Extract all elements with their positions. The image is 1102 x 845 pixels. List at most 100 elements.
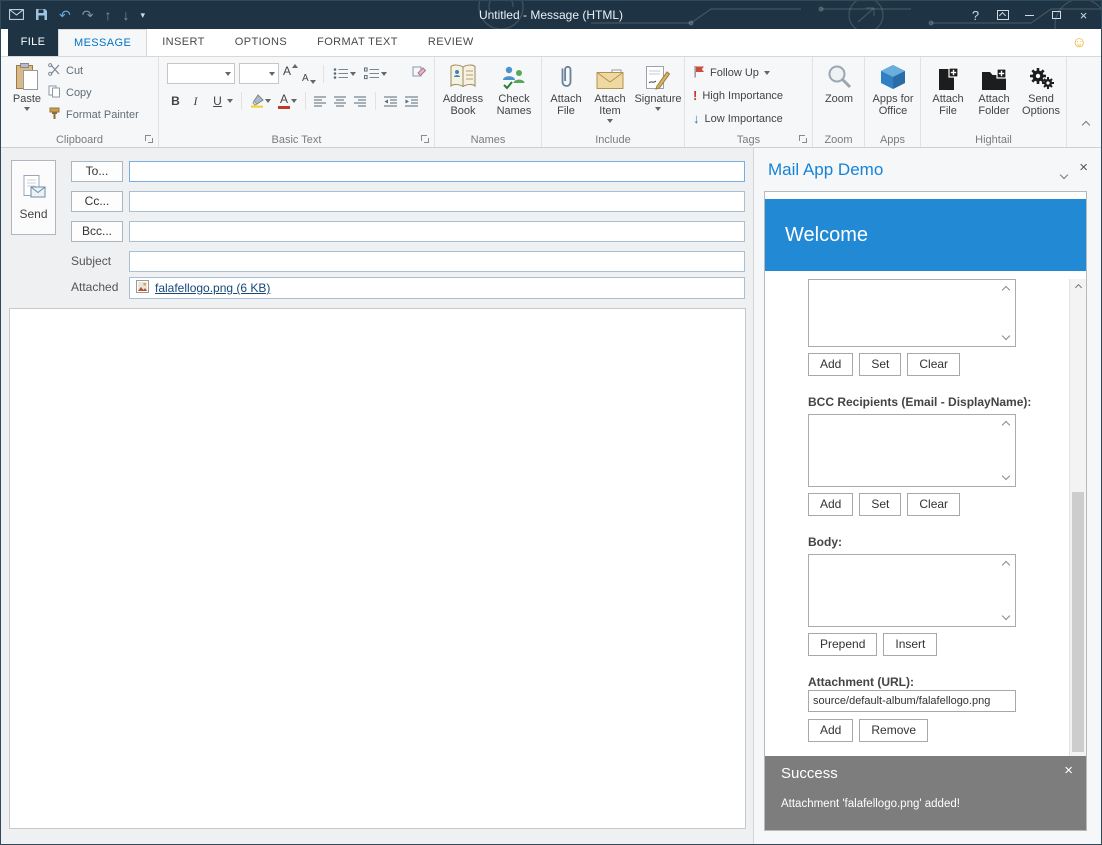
tab-options[interactable]: OPTIONS [220, 29, 302, 56]
message-body-editor[interactable] [9, 308, 746, 829]
attach-item-button[interactable]: Attach Item [588, 61, 632, 123]
listbox-scroll-down-icon[interactable] [1002, 332, 1010, 340]
redo-icon[interactable]: ↷ [82, 8, 94, 22]
undo-icon[interactable]: ↶ [59, 8, 71, 22]
message-window-icon[interactable] [9, 9, 24, 22]
increase-indent-button[interactable] [403, 91, 421, 111]
close-icon[interactable]: × [1070, 1, 1097, 29]
align-right-button[interactable] [352, 91, 369, 111]
paste-label: Paste [13, 93, 41, 105]
italic-button[interactable]: I [187, 91, 204, 111]
tags-dialog-launcher-icon[interactable] [799, 135, 808, 144]
check-names-button[interactable]: Check Names [490, 61, 538, 117]
attachment-remove-button[interactable]: Remove [859, 719, 928, 742]
attached-field[interactable]: falafellogo.png (6 KB) [129, 277, 745, 299]
scrollbar-up-icon[interactable] [1070, 279, 1086, 295]
tab-review[interactable]: REVIEW [413, 29, 489, 56]
body-listbox[interactable] [808, 554, 1016, 627]
bold-button[interactable]: B [167, 91, 184, 111]
bcc-input[interactable] [129, 221, 745, 242]
ribbon-display-options-icon[interactable] [989, 1, 1016, 29]
listbox-scroll-up-icon[interactable] [1002, 286, 1010, 294]
font-color-button[interactable]: A [276, 91, 299, 111]
attachment-url-input[interactable] [808, 690, 1016, 712]
bcc-button[interactable]: Bcc... [71, 221, 123, 242]
bcc-add-button[interactable]: Add [808, 493, 853, 516]
align-center-icon [334, 96, 347, 107]
bcc-set-button[interactable]: Set [859, 493, 901, 516]
shrink-font-button[interactable]: A [302, 64, 316, 84]
align-center-button[interactable] [332, 91, 349, 111]
recipients-add-button[interactable]: Add [808, 353, 853, 376]
clipboard-dialog-launcher-icon[interactable] [145, 135, 154, 144]
decrease-indent-button[interactable] [382, 91, 400, 111]
bullets-button[interactable] [331, 64, 358, 84]
font-size-combo[interactable] [239, 63, 279, 84]
highlight-button[interactable] [248, 91, 273, 111]
scrollbar-thumb[interactable] [1072, 492, 1084, 752]
send-button[interactable]: Send [11, 160, 56, 235]
welcome-heading: Welcome [785, 224, 868, 247]
minimize-icon[interactable] [1016, 1, 1043, 29]
underline-button[interactable]: U [207, 91, 235, 111]
address-book-button[interactable]: Address Book [439, 61, 487, 117]
hightail-attach-file-button[interactable]: Attach File [927, 61, 969, 117]
basic-text-group-label: Basic Text [272, 134, 322, 146]
hightail-attach-file-label: Attach File [927, 93, 969, 117]
listbox-scroll-up-icon[interactable] [1002, 561, 1010, 569]
apps-for-office-button[interactable]: Apps for Office [869, 61, 917, 117]
low-importance-button[interactable]: ↓ Low Importance [693, 108, 783, 129]
listbox-scroll-up-icon[interactable] [1002, 421, 1010, 429]
maximize-icon[interactable] [1043, 1, 1070, 29]
save-icon[interactable] [35, 8, 48, 23]
body-insert-button[interactable]: Insert [883, 633, 937, 656]
collapse-ribbon-icon[interactable] [1083, 115, 1089, 133]
cc-input[interactable] [129, 191, 745, 212]
bcc-recipients-listbox[interactable] [808, 414, 1016, 487]
numbering-icon [364, 67, 380, 80]
to-button[interactable]: To... [71, 161, 123, 182]
paste-button[interactable]: Paste [6, 61, 48, 111]
previous-item-icon[interactable]: ↑ [104, 8, 111, 22]
subject-input[interactable] [129, 251, 745, 272]
high-importance-button[interactable]: ! High Importance [693, 85, 783, 106]
listbox-scroll-down-icon[interactable] [1002, 472, 1010, 480]
body-prepend-button[interactable]: Prepend [808, 633, 877, 656]
tab-insert[interactable]: INSERT [147, 29, 220, 56]
task-pane-scrollbar[interactable] [1069, 279, 1086, 757]
font-family-combo[interactable] [167, 63, 235, 84]
numbering-button[interactable] [362, 64, 389, 84]
signature-button[interactable]: Signature [634, 61, 682, 111]
hightail-attach-folder-button[interactable]: Attach Folder [971, 61, 1017, 117]
help-icon[interactable]: ? [962, 1, 989, 29]
recipients-clear-button[interactable]: Clear [907, 353, 960, 376]
zoom-button[interactable]: Zoom [816, 61, 862, 105]
clear-formatting-button[interactable] [412, 65, 426, 83]
attachment-add-button[interactable]: Add [808, 719, 853, 742]
follow-up-button[interactable]: Follow Up [693, 62, 783, 83]
feedback-smiley-icon[interactable]: ☺ [1072, 29, 1087, 56]
cc-button[interactable]: Cc... [71, 191, 123, 212]
notification-close-icon[interactable]: × [1064, 762, 1073, 779]
tab-message[interactable]: MESSAGE [58, 29, 147, 56]
recipients-set-button[interactable]: Set [859, 353, 901, 376]
listbox-scroll-down-icon[interactable] [1002, 612, 1010, 620]
hightail-send-options-button[interactable]: Send Options [1019, 61, 1063, 117]
attach-file-button[interactable]: Attach File [546, 61, 586, 117]
next-item-icon[interactable]: ↓ [122, 8, 129, 22]
copy-button[interactable]: Copy [48, 86, 139, 100]
attachment-link[interactable]: falafellogo.png (6 KB) [155, 281, 270, 295]
task-pane-menu-icon[interactable] [1061, 165, 1067, 183]
tab-format-text[interactable]: FORMAT TEXT [302, 29, 413, 56]
task-pane-close-icon[interactable]: × [1079, 159, 1088, 176]
customize-qat-icon[interactable]: ▾ [140, 11, 145, 20]
basic-text-dialog-launcher-icon[interactable] [421, 135, 430, 144]
format-painter-button[interactable]: Format Painter [48, 108, 139, 122]
align-left-button[interactable] [312, 91, 329, 111]
recipients-listbox[interactable] [808, 279, 1016, 347]
bcc-clear-button[interactable]: Clear [907, 493, 960, 516]
tab-file[interactable]: FILE [8, 29, 58, 56]
grow-font-button[interactable]: A [283, 64, 298, 84]
to-input[interactable] [129, 161, 745, 182]
cut-button[interactable]: Cut [48, 64, 139, 78]
